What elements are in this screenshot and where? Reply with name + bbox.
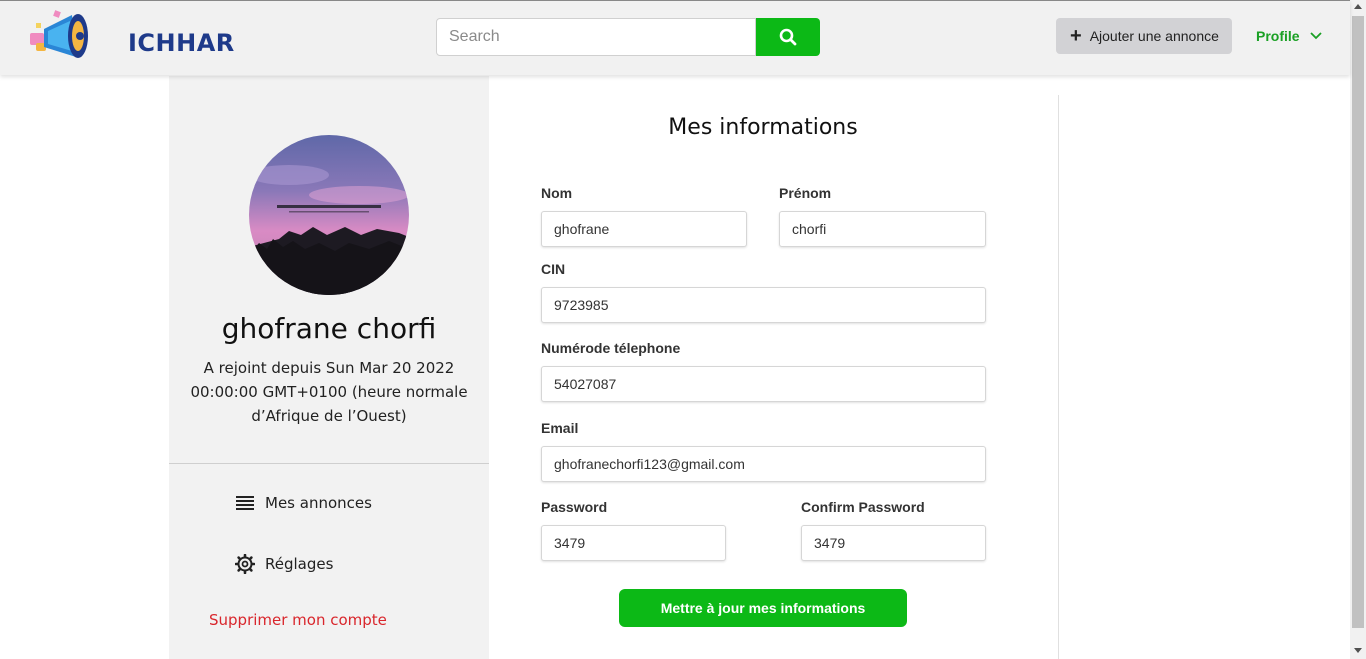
page-scrollbar[interactable] xyxy=(1350,0,1366,659)
scroll-thumb[interactable] xyxy=(1352,16,1364,628)
list-icon xyxy=(236,496,254,510)
cin-field[interactable] xyxy=(541,287,986,323)
search-icon xyxy=(779,28,797,46)
scroll-down-arrow[interactable] xyxy=(1354,648,1362,653)
email-field[interactable] xyxy=(541,446,986,482)
password-label: Password xyxy=(541,499,608,515)
form-title: Mes informations xyxy=(668,115,858,140)
add-listing-label: Ajouter une annonce xyxy=(1089,28,1219,44)
profile-form: Mes informations Nom Prénom CIN Numérode… xyxy=(489,95,1059,659)
nom-field[interactable] xyxy=(541,211,747,247)
phone-label: Numérode télephone xyxy=(541,340,681,356)
sidebar-item-label: Réglages xyxy=(265,555,334,573)
prenom-field[interactable] xyxy=(779,211,986,247)
profile-dropdown[interactable]: Profile xyxy=(1256,28,1322,44)
profile-label: Profile xyxy=(1256,28,1300,44)
nom-label: Nom xyxy=(541,185,573,201)
sidebar-item-reglages[interactable]: Réglages xyxy=(235,554,333,574)
user-full-name: ghofrane chorfi xyxy=(221,312,437,345)
top-navbar: ICHHAR + Ajouter une annonce Profile xyxy=(0,0,1350,75)
update-info-button[interactable]: Mettre à jour mes informations xyxy=(619,589,907,627)
confirm-password-field[interactable] xyxy=(801,525,986,561)
avatar-image xyxy=(249,135,409,295)
gear-icon xyxy=(235,554,255,574)
password-field[interactable] xyxy=(541,525,726,561)
logo-text: ICHHAR xyxy=(128,29,235,57)
megaphone-icon xyxy=(30,10,88,58)
search-button[interactable] xyxy=(756,18,820,56)
scroll-up-arrow[interactable] xyxy=(1354,4,1362,9)
plus-icon: + xyxy=(1070,25,1082,47)
add-listing-button[interactable]: + Ajouter une annonce xyxy=(1056,18,1232,54)
phone-field[interactable] xyxy=(541,366,986,402)
sidebar-item-mes-annonces[interactable]: Mes annonces xyxy=(235,494,372,512)
avatar xyxy=(249,135,409,295)
join-date-text: A rejoint depuis Sun Mar 20 2022 00:00:0… xyxy=(190,359,468,425)
delete-account-link[interactable]: Supprimer mon compte xyxy=(209,611,387,629)
sidebar-item-label: Mes annonces xyxy=(265,494,372,512)
search-input[interactable] xyxy=(436,18,756,56)
ichhar-logo[interactable]: ICHHAR xyxy=(28,9,234,65)
email-label: Email xyxy=(541,420,579,436)
cin-label: CIN xyxy=(541,261,566,277)
chevron-down-icon xyxy=(1309,32,1322,40)
profile-sidebar: ghofrane chorfi A rejoint depuis Sun Mar… xyxy=(169,76,489,659)
prenom-label: Prénom xyxy=(779,185,832,201)
confirm-password-label: Confirm Password xyxy=(801,499,925,515)
sidebar-divider xyxy=(169,463,489,464)
